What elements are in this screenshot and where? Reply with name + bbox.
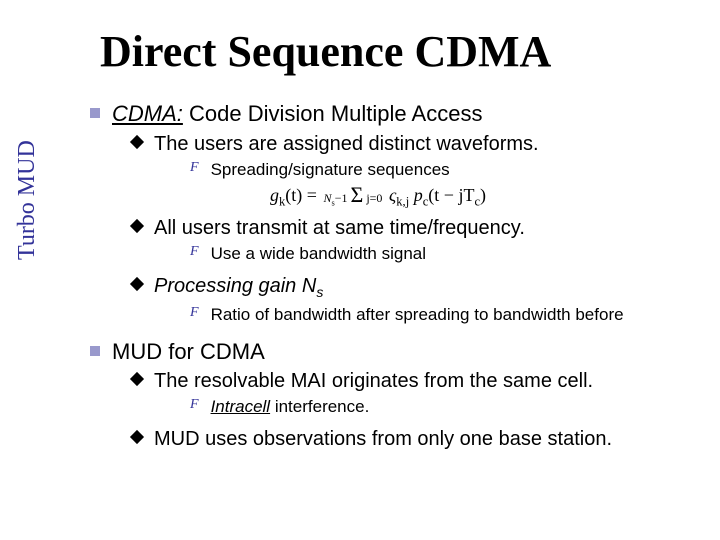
diamond-bullet-icon — [130, 135, 144, 149]
bullet-mud-heading: MUD for CDMA — [90, 338, 690, 367]
script-f-bullet-icon: F — [190, 159, 199, 177]
bullet-processing-gain: Processing gain Ns — [132, 273, 690, 301]
bullet-waveforms: The users are assigned distinct waveform… — [132, 131, 690, 157]
diamond-bullet-icon — [130, 277, 144, 291]
cdma-heading-rest: Code Division Multiple Access — [183, 101, 483, 126]
bullet-intracell: F Intracell interference. — [190, 396, 690, 418]
intracell-lead: Intracell — [211, 397, 271, 416]
square-bullet-icon — [90, 346, 100, 356]
bullet-wide-bandwidth: F Use a wide bandwidth signal — [190, 243, 690, 265]
sidebar-label: Turbo MUD — [14, 140, 41, 260]
equation-gk: gk(t) = Ns−1 Σ j=0 ςk,j pc(t − jTc) — [270, 185, 690, 210]
diamond-bullet-icon — [130, 372, 144, 386]
square-bullet-icon — [90, 108, 100, 118]
bullet-ratio: F Ratio of bandwidth after spreading to … — [190, 304, 690, 326]
bullet-cdma-heading: CDMA: Code Division Multiple Access — [90, 100, 690, 129]
script-f-bullet-icon: F — [190, 396, 199, 414]
slide-body: CDMA: Code Division Multiple Access The … — [90, 100, 690, 454]
cdma-lead: CDMA: — [112, 101, 183, 126]
bullet-all-users: All users transmit at same time/frequenc… — [132, 215, 690, 241]
bullet-spreading: F Spreading/signature sequences — [190, 159, 690, 181]
bullet-one-base: MUD uses observations from only one base… — [132, 426, 690, 452]
slide-title: Direct Sequence CDMA — [100, 26, 551, 77]
diamond-bullet-icon — [130, 219, 144, 233]
bullet-mai: The resolvable MAI originates from the s… — [132, 368, 690, 394]
diamond-bullet-icon — [130, 430, 144, 444]
script-f-bullet-icon: F — [190, 243, 199, 261]
script-f-bullet-icon: F — [190, 304, 199, 322]
